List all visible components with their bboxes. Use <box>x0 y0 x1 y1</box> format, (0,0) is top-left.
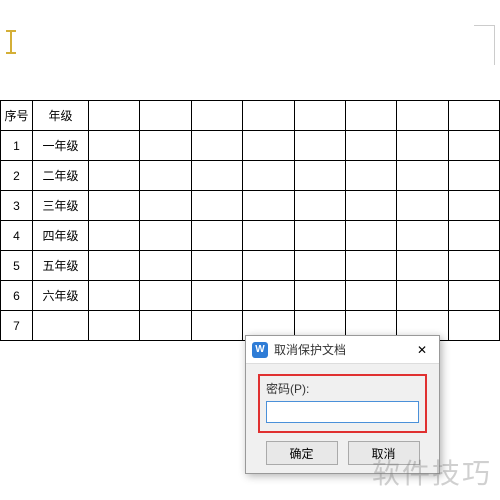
cell-empty[interactable] <box>448 161 499 191</box>
cell-index[interactable]: 1 <box>1 131 33 161</box>
cell-empty[interactable] <box>191 191 242 221</box>
app-icon: W <box>252 342 268 358</box>
header-empty[interactable] <box>140 101 191 131</box>
cell-empty[interactable] <box>294 191 345 221</box>
cell-empty[interactable] <box>345 161 396 191</box>
header-empty[interactable] <box>89 101 140 131</box>
dialog-body: 密码(P): 确定 取消 <box>246 364 439 473</box>
header-empty[interactable] <box>397 101 448 131</box>
cell-empty[interactable] <box>89 161 140 191</box>
cell-empty[interactable] <box>448 131 499 161</box>
cell-grade[interactable]: 五年级 <box>33 251 89 281</box>
cell-empty[interactable] <box>243 131 294 161</box>
grade-table[interactable]: 序号年级1一年级2二年级3三年级4四年级5五年级6六年级7 <box>0 100 500 341</box>
cell-empty[interactable] <box>397 161 448 191</box>
cell-empty[interactable] <box>140 131 191 161</box>
cell-empty[interactable] <box>191 131 242 161</box>
header-empty[interactable] <box>345 101 396 131</box>
cell-empty[interactable] <box>89 311 140 341</box>
unprotect-document-dialog: W 取消保护文档 ✕ 密码(P): 确定 取消 <box>245 335 440 474</box>
dialog-titlebar: W 取消保护文档 ✕ <box>246 336 439 364</box>
cell-empty[interactable] <box>140 161 191 191</box>
password-highlight-box: 密码(P): <box>258 374 427 433</box>
cell-grade[interactable]: 三年级 <box>33 191 89 221</box>
cell-empty[interactable] <box>345 191 396 221</box>
cell-empty[interactable] <box>243 281 294 311</box>
cell-empty[interactable] <box>89 191 140 221</box>
cell-empty[interactable] <box>191 251 242 281</box>
header-empty[interactable] <box>448 101 499 131</box>
cell-empty[interactable] <box>397 131 448 161</box>
cell-index[interactable]: 2 <box>1 161 33 191</box>
header-index[interactable]: 序号 <box>1 101 33 131</box>
table-row: 1一年级 <box>1 131 500 161</box>
cell-empty[interactable] <box>294 161 345 191</box>
cell-empty[interactable] <box>140 311 191 341</box>
cell-empty[interactable] <box>345 221 396 251</box>
cell-grade[interactable]: 六年级 <box>33 281 89 311</box>
cell-empty[interactable] <box>448 311 499 341</box>
header-empty[interactable] <box>191 101 242 131</box>
dialog-button-row: 确定 取消 <box>258 441 427 465</box>
document-table-container: 序号年级1一年级2二年级3三年级4四年级5五年级6六年级7 <box>0 100 500 341</box>
cell-empty[interactable] <box>243 251 294 281</box>
cell-empty[interactable] <box>140 191 191 221</box>
cell-grade[interactable]: 四年级 <box>33 221 89 251</box>
cell-empty[interactable] <box>191 161 242 191</box>
cell-empty[interactable] <box>243 221 294 251</box>
cell-empty[interactable] <box>448 251 499 281</box>
ok-button[interactable]: 确定 <box>266 441 338 465</box>
cell-empty[interactable] <box>89 221 140 251</box>
cell-empty[interactable] <box>345 131 396 161</box>
password-label: 密码(P): <box>266 380 419 397</box>
table-row: 4四年级 <box>1 221 500 251</box>
cell-empty[interactable] <box>140 251 191 281</box>
table-header-row: 序号年级 <box>1 101 500 131</box>
cell-empty[interactable] <box>191 221 242 251</box>
cell-empty[interactable] <box>448 191 499 221</box>
cell-empty[interactable] <box>397 191 448 221</box>
cell-empty[interactable] <box>448 281 499 311</box>
header-grade[interactable]: 年级 <box>33 101 89 131</box>
cell-empty[interactable] <box>345 281 396 311</box>
header-empty[interactable] <box>243 101 294 131</box>
cell-index[interactable]: 6 <box>1 281 33 311</box>
password-input[interactable] <box>266 401 419 423</box>
text-cursor <box>10 30 14 54</box>
table-row: 6六年级 <box>1 281 500 311</box>
close-icon[interactable]: ✕ <box>411 341 433 359</box>
cell-index[interactable]: 4 <box>1 221 33 251</box>
cell-empty[interactable] <box>243 161 294 191</box>
cell-empty[interactable] <box>243 191 294 221</box>
cell-empty[interactable] <box>448 221 499 251</box>
table-row: 2二年级 <box>1 161 500 191</box>
cell-empty[interactable] <box>397 221 448 251</box>
cell-empty[interactable] <box>140 221 191 251</box>
cell-empty[interactable] <box>397 251 448 281</box>
cell-index[interactable]: 7 <box>1 311 33 341</box>
dialog-title: 取消保护文档 <box>274 341 411 358</box>
cell-grade[interactable]: 一年级 <box>33 131 89 161</box>
cancel-button[interactable]: 取消 <box>348 441 420 465</box>
cell-grade[interactable] <box>33 311 89 341</box>
cell-grade[interactable]: 二年级 <box>33 161 89 191</box>
cell-empty[interactable] <box>294 221 345 251</box>
table-row: 3三年级 <box>1 191 500 221</box>
cell-empty[interactable] <box>191 281 242 311</box>
cell-empty[interactable] <box>294 131 345 161</box>
page-boundary <box>460 25 495 65</box>
cell-empty[interactable] <box>191 311 242 341</box>
header-empty[interactable] <box>294 101 345 131</box>
cell-index[interactable]: 5 <box>1 251 33 281</box>
cell-index[interactable]: 3 <box>1 191 33 221</box>
cell-empty[interactable] <box>294 281 345 311</box>
cell-empty[interactable] <box>294 251 345 281</box>
cell-empty[interactable] <box>140 281 191 311</box>
table-row: 5五年级 <box>1 251 500 281</box>
cell-empty[interactable] <box>345 251 396 281</box>
cell-empty[interactable] <box>89 281 140 311</box>
cell-empty[interactable] <box>89 131 140 161</box>
cell-empty[interactable] <box>89 251 140 281</box>
cell-empty[interactable] <box>397 281 448 311</box>
